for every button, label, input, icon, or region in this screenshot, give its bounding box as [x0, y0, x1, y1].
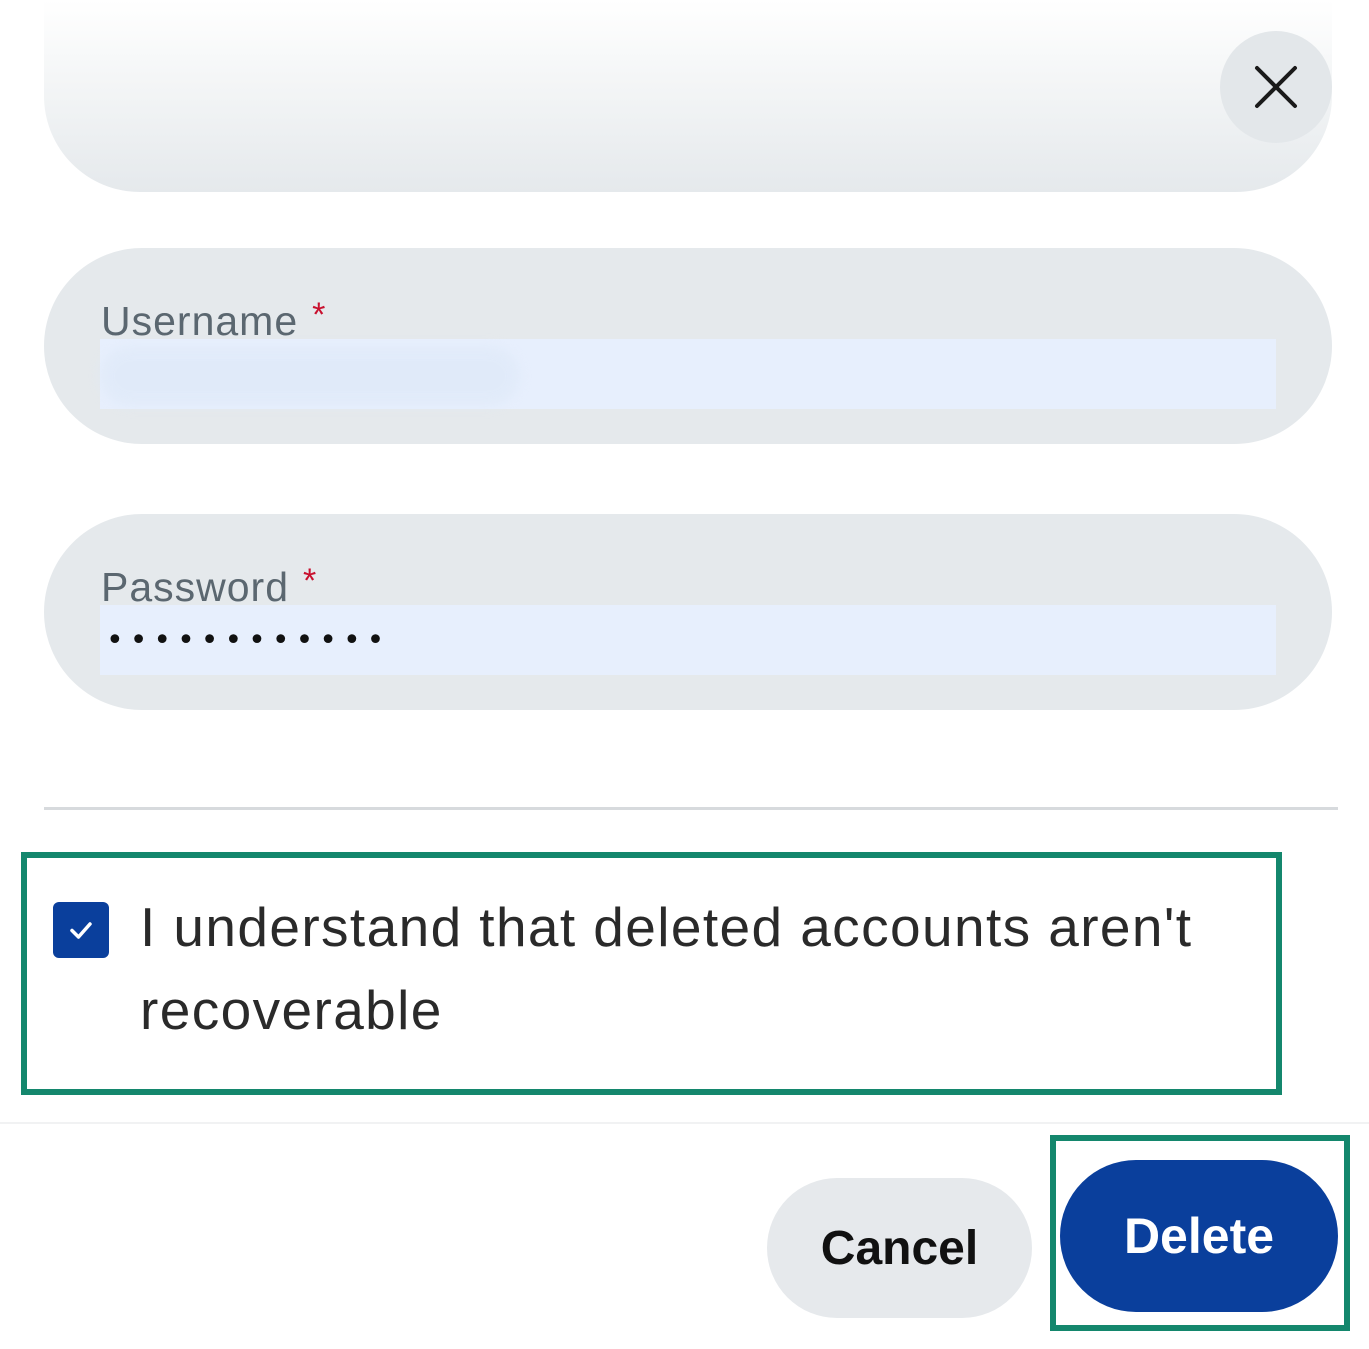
checkmark-icon [70, 922, 92, 939]
delete-button[interactable]: Delete [1060, 1160, 1338, 1312]
username-label: Username * [101, 296, 327, 345]
password-label: Password * [101, 562, 318, 611]
username-redacted-value [100, 347, 520, 405]
username-field: Username * [44, 248, 1332, 444]
consent-checkbox[interactable] [53, 902, 109, 958]
password-field: Password * •••••••••••• [44, 514, 1332, 710]
password-label-text: Password [101, 564, 290, 610]
username-input-wrap [100, 339, 1276, 409]
password-input[interactable]: •••••••••••• [100, 605, 1276, 675]
required-marker: * [312, 296, 327, 334]
close-button[interactable] [1220, 31, 1332, 143]
required-marker: * [303, 562, 318, 600]
divider [44, 807, 1338, 810]
top-field [44, 0, 1332, 192]
username-label-text: Username [101, 298, 299, 344]
close-icon [1255, 66, 1297, 108]
password-masked-value: •••••••••••• [106, 622, 391, 658]
delete-account-dialog: Username * Password * •••••••••••• I und… [0, 0, 1369, 1349]
cancel-button[interactable]: Cancel [767, 1178, 1032, 1318]
consent-label[interactable]: I understand that deleted accounts aren'… [140, 886, 1270, 1052]
